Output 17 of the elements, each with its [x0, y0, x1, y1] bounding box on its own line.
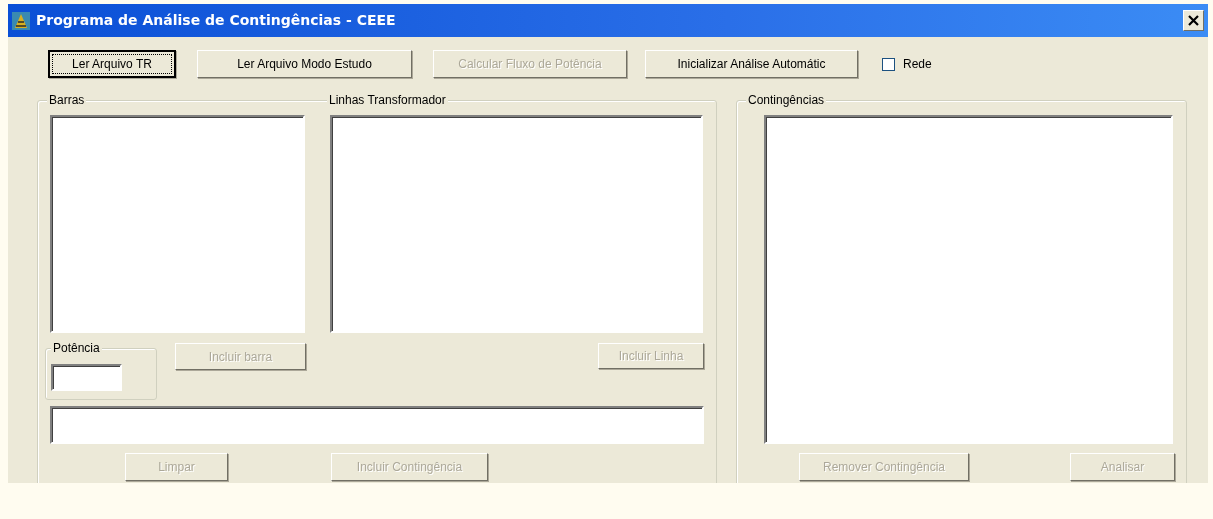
window-title: Programa de Análise de Contingências - CEEE — [36, 11, 396, 30]
button[interactable]: Ler Arquivo Modo Estudo — [197, 50, 412, 78]
button[interactable]: Ler Arquivo TR — [48, 50, 176, 78]
group-legend: Potência — [51, 341, 102, 355]
close-button[interactable] — [1183, 10, 1204, 31]
app-icon — [12, 11, 30, 30]
checkbox-label: Rede — [903, 56, 932, 73]
input-field[interactable] — [51, 364, 122, 391]
button[interactable]: Inicializar Análise Automátic — [645, 50, 858, 78]
group-legend: Contingências — [746, 93, 827, 107]
list-box[interactable] — [50, 115, 305, 333]
text-box[interactable] — [50, 406, 704, 444]
group-legend: Barras — [47, 93, 87, 107]
group-legend: Linhas Transformador — [327, 93, 448, 107]
list-box[interactable] — [330, 115, 703, 333]
close-icon — [1187, 14, 1200, 27]
checkbox[interactable] — [882, 57, 895, 71]
